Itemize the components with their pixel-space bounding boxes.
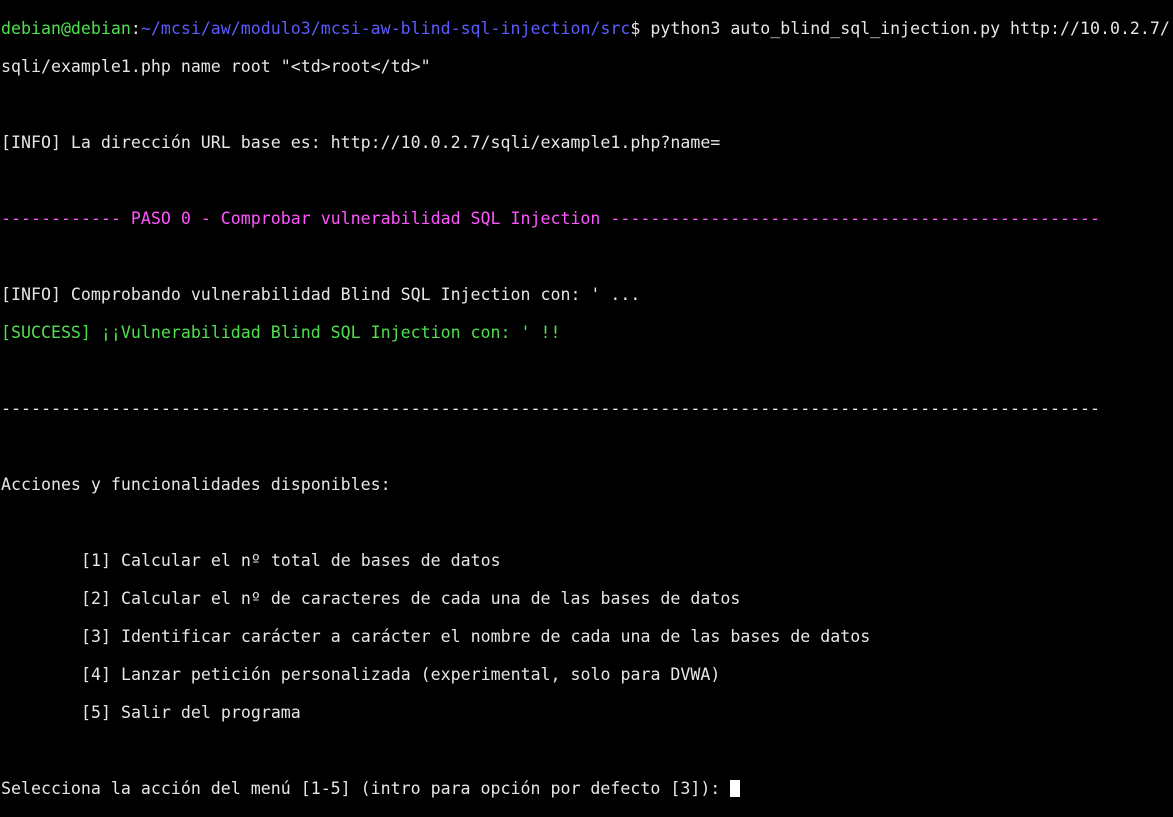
step-header: ------------ PASO 0 - Comprobar vulnerab… [1, 209, 1100, 228]
info-base-url: [INFO] La dirección URL base es: http://… [1, 133, 721, 152]
terminal-cursor[interactable] [730, 780, 741, 797]
success-message: [SUCCESS] ¡¡Vulnerabilidad Blind SQL Inj… [1, 323, 561, 342]
menu-item: [1] Calcular el nº total de bases de dat… [81, 551, 501, 570]
prompt-line: debian@debian:~/mcsi/aw/modulo3/mcsi-aw-… [1, 19, 1173, 38]
prompt-symbol: $ [630, 19, 641, 38]
input-prompt: Selecciona la acción del menú [1-5] (int… [1, 779, 731, 798]
menu-item: [5] Salir del programa [81, 703, 301, 722]
menu-item: [2] Calcular el nº de caracteres de cada… [81, 589, 741, 608]
info-checking: [INFO] Comprobando vulnerabilidad Blind … [1, 285, 641, 304]
prompt-separator: : [130, 19, 141, 38]
command-text: python3 auto_blind_sql_injection.py http… [640, 19, 1170, 38]
command-text-continued: sqli/example1.php name root "<td>root</t… [1, 57, 431, 76]
menu-item: [3] Identificar carácter a carácter el n… [81, 627, 871, 646]
input-prompt-line[interactable]: Selecciona la acción del menú [1-5] (int… [1, 779, 1173, 798]
prompt-path: ~/mcsi/aw/modulo3/mcsi-aw-blind-sql-inje… [140, 19, 631, 38]
prompt-user-host: debian@debian [1, 19, 131, 38]
menu-title: Acciones y funcionalidades disponibles: [1, 475, 391, 494]
menu-item: [4] Lanzar petición personalizada (exper… [81, 665, 721, 684]
